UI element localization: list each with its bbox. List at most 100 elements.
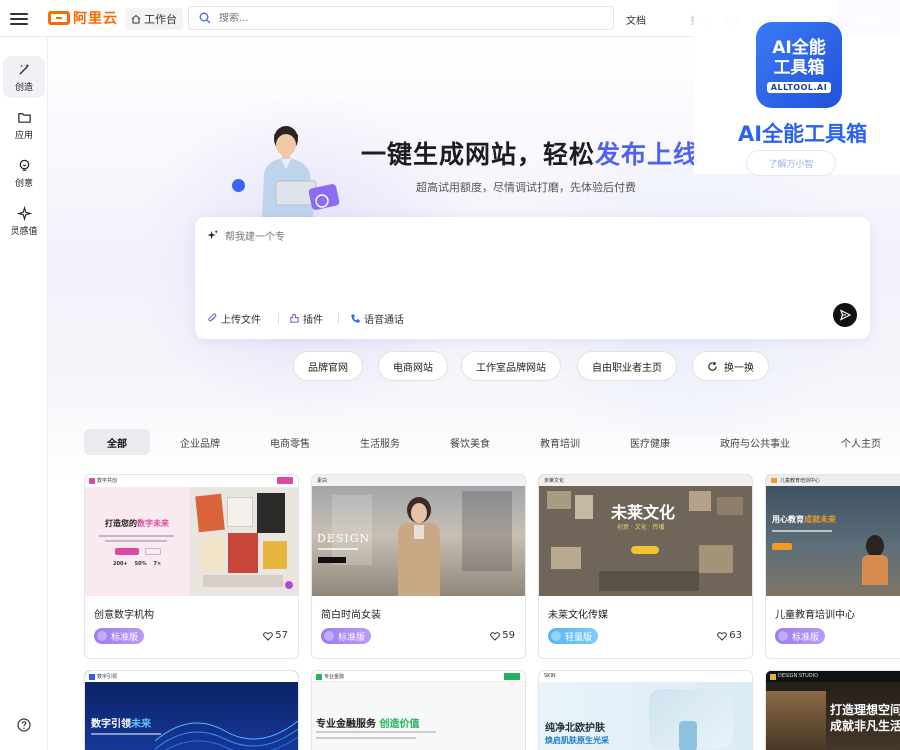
- learn-more-button[interactable]: 了解万小智: [746, 150, 836, 176]
- tab-life-services[interactable]: 生活服务: [360, 429, 400, 455]
- search-input[interactable]: [219, 12, 599, 24]
- upload-file-label: 上传文件: [221, 315, 261, 326]
- sparkle-icon: [16, 205, 32, 221]
- home-icon: [131, 14, 141, 24]
- version-label: 轻量版: [565, 632, 593, 643]
- thumb-headline: 未莱文化: [611, 503, 676, 522]
- ai-sparkle-icon: [207, 229, 219, 240]
- template-name: 创意数字机构: [94, 610, 154, 621]
- prompt-input[interactable]: [225, 228, 845, 288]
- logo-text: 阿里云: [73, 11, 118, 27]
- magic-wand-icon: [18, 63, 29, 75]
- hero-title: 一键生成网站，轻松发布上线: [361, 135, 699, 171]
- tab-all[interactable]: 全部: [84, 429, 150, 455]
- thumb-headline: 打造您的: [105, 519, 137, 528]
- thumb-brand: 素白: [317, 478, 328, 484]
- template-card[interactable]: 专业金融 专业金融服务 创造价值: [311, 670, 526, 750]
- menu-icon[interactable]: [10, 10, 28, 26]
- thumb-headline: 数字引领: [91, 719, 131, 730]
- plugin-button[interactable]: 插件: [289, 311, 323, 326]
- thumb-brand: 数字引领: [97, 674, 118, 680]
- chip-brand-site[interactable]: 品牌官网: [293, 351, 363, 381]
- template-card[interactable]: 儿童教育培训中心 用心教育成就未来 儿童教育培训中心 标准版: [765, 474, 900, 659]
- heart-icon: [490, 631, 501, 641]
- upload-file-button[interactable]: 上传文件: [207, 311, 261, 326]
- thumb-headline-accent: 数字未来: [137, 519, 169, 528]
- search-icon: [199, 12, 211, 24]
- hero-title-accent: 发布上线: [595, 140, 700, 169]
- watermark-icon-line1: AI全能: [772, 37, 826, 58]
- workbench-button[interactable]: 工作台: [125, 8, 183, 30]
- search-bar[interactable]: [188, 6, 614, 30]
- help-circle-icon[interactable]: [17, 718, 31, 732]
- send-icon: [839, 309, 851, 321]
- wave-graphic: [155, 720, 298, 750]
- tab-education[interactable]: 教育培训: [540, 429, 580, 455]
- thumb-brand: 未莱文化: [544, 478, 565, 484]
- docs-link[interactable]: 文档: [626, 12, 646, 27]
- send-button[interactable]: [833, 303, 857, 327]
- template-name: 儿童教育培训中心: [775, 610, 855, 621]
- heart-icon: [717, 631, 728, 641]
- version-badge: 标准版: [321, 628, 372, 644]
- template-card[interactable]: 数字共创 打造您的数字未来 200+ 50% 7× 创意数字机构 标准版 57: [84, 474, 299, 659]
- tab-government[interactable]: 政府与公共事业: [720, 429, 790, 455]
- hero-title-main: 一键生成网站，轻松: [361, 140, 596, 169]
- tool-divider: [338, 313, 339, 324]
- version-icon: [324, 631, 334, 641]
- version-icon: [97, 631, 107, 641]
- thumb-brand: 儿童教育培训中心: [780, 478, 821, 484]
- workbench-label: 工作台: [144, 13, 177, 26]
- version-icon: [551, 631, 561, 641]
- template-card[interactable]: SKIN 纯净北欧护肤 焕启肌肤原生光采: [538, 670, 753, 750]
- rail-item-apps[interactable]: 应用: [3, 104, 45, 146]
- template-thumbnail: 数字共创 打造您的数字未来 200+ 50% 7×: [85, 475, 298, 596]
- tool-divider: [278, 313, 279, 324]
- rail-label-create: 创造: [14, 82, 33, 93]
- refresh-chips-button[interactable]: 换一换: [692, 351, 769, 381]
- tab-healthcare[interactable]: 医疗健康: [630, 429, 670, 455]
- thumb-brand: 专业金融: [324, 674, 345, 680]
- rail-label-apps: 应用: [14, 130, 33, 141]
- tab-ecommerce-retail[interactable]: 电商零售: [270, 429, 310, 455]
- thumb-headline: 用心教育: [772, 515, 804, 524]
- rail-item-inspiration[interactable]: 灵感值: [3, 200, 45, 242]
- thumb-headline: 纯净北欧护肤: [545, 723, 605, 734]
- tab-food-dining[interactable]: 餐饮美食: [450, 429, 490, 455]
- thumb-stat: 200+: [113, 561, 128, 567]
- thumb-headline: 打造理想空间: [830, 703, 900, 717]
- chip-freelancer-homepage[interactable]: 自由职业者主页: [577, 351, 677, 381]
- version-icon: [778, 631, 788, 641]
- like-number: 57: [275, 630, 288, 641]
- template-card[interactable]: 素白 DESIGN 简白时尚女装 标准版 59: [311, 474, 526, 659]
- version-badge: 标准版: [94, 628, 145, 644]
- rail-item-create[interactable]: 创造: [3, 56, 45, 98]
- voice-call-button[interactable]: 语音通话: [350, 311, 404, 326]
- lightbulb-icon: [19, 159, 29, 171]
- like-count[interactable]: 63: [717, 630, 742, 641]
- thumb-stat: 7×: [153, 561, 162, 567]
- template-card[interactable]: 数字引领 数字引领未来: [84, 670, 299, 750]
- tab-enterprise-brand[interactable]: 企业品牌: [180, 429, 220, 455]
- chat-badge-icon: [232, 179, 245, 192]
- like-number: 63: [729, 630, 742, 641]
- rail-item-ideas[interactable]: 创意: [3, 152, 45, 194]
- chip-ecommerce-site[interactable]: 电商网站: [378, 351, 448, 381]
- hero-person-illustration: [262, 126, 340, 223]
- voice-call-label: 语音通话: [364, 315, 404, 326]
- template-thumbnail: 未莱文化 未莱文化 创意 · 文化 · 传播: [539, 475, 752, 596]
- template-card[interactable]: DESIGN STUDIO 打造理想空间 成就非凡生活: [765, 670, 900, 750]
- chip-studio-brand-site[interactable]: 工作室品牌网站: [461, 351, 561, 381]
- heart-icon: [263, 631, 274, 641]
- thumb-headline: 专业金融服务: [316, 719, 376, 730]
- tab-personal-homepage[interactable]: 个人主页: [841, 429, 881, 455]
- thumb-headline-accent: 创造价值: [379, 719, 420, 730]
- thumb-brand: DESIGN STUDIO: [778, 673, 819, 679]
- template-card[interactable]: 未莱文化 未莱文化 创意 · 文化 · 传播 未莱文化传媒 轻量版 63: [538, 474, 753, 659]
- thumb-brand: 数字共创: [97, 478, 118, 484]
- like-count[interactable]: 59: [490, 630, 515, 641]
- version-badge: 标准版: [775, 628, 826, 644]
- aliyun-logo[interactable]: 阿里云: [48, 8, 118, 28]
- like-count[interactable]: 57: [263, 630, 288, 641]
- rail-label-ideas: 创意: [14, 178, 33, 189]
